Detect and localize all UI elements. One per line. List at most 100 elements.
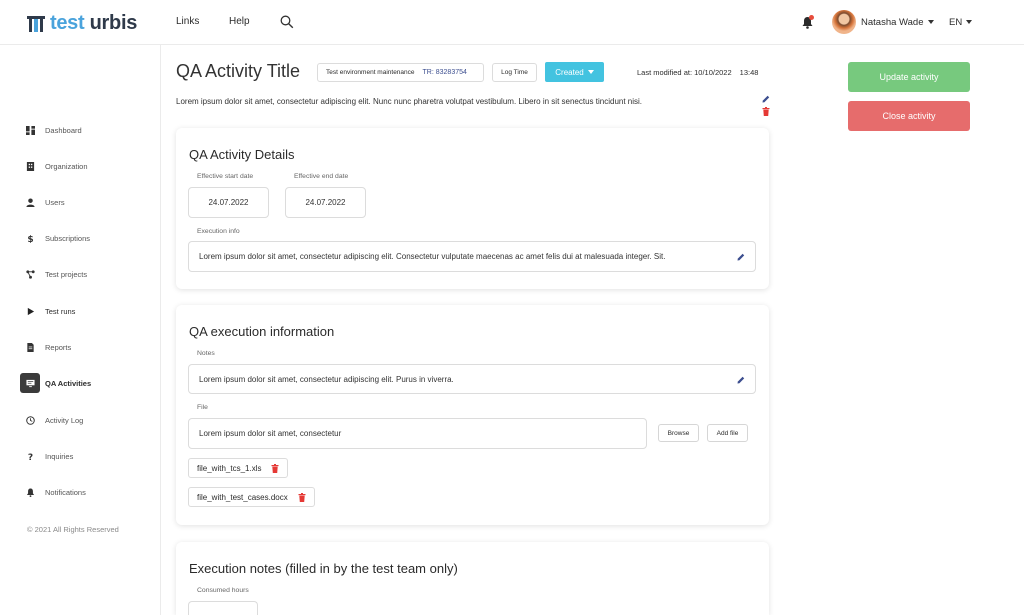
update-activity-label: Update activity xyxy=(879,72,939,82)
sidebar-item-subscriptions[interactable]: $ Subscriptions xyxy=(20,228,150,248)
add-file-label: Add file xyxy=(716,429,739,437)
file-chip[interactable]: file_with_tcs_1.xls xyxy=(188,458,289,478)
user-menu[interactable]: Natasha Wade xyxy=(861,17,934,28)
sidebar-item-test-runs[interactable]: Test runs xyxy=(20,301,150,321)
start-date-label: Effective start date xyxy=(197,173,254,180)
sidebar-item-label: Subscriptions xyxy=(45,233,91,243)
execution-card: QA execution information Notes Lorem ips… xyxy=(176,305,769,525)
log-time-button[interactable]: Log Time xyxy=(492,63,537,82)
sidebar-item-label: Test runs xyxy=(45,306,76,316)
clock-icon xyxy=(20,410,40,430)
chevron-down-icon xyxy=(587,70,594,74)
user-icon xyxy=(20,192,40,212)
consumed-hours-field[interactable] xyxy=(188,601,258,615)
logo-text-test: test xyxy=(50,12,85,34)
file-chip[interactable]: file_with_test_cases.docx xyxy=(188,487,315,507)
delete-icon[interactable] xyxy=(762,103,770,116)
dashboard-icon xyxy=(20,120,40,140)
sidebar-item-dashboard[interactable]: Dashboard xyxy=(20,120,150,140)
file-field[interactable]: Lorem ipsum dolor sit amet, consectetur xyxy=(188,418,647,449)
projects-icon xyxy=(20,264,40,284)
sidebar-item-label: Activity Log xyxy=(45,415,84,425)
dollar-icon: $ xyxy=(20,228,40,248)
sidebar-item-test-projects[interactable]: Test projects xyxy=(20,264,150,284)
delete-file-icon[interactable] xyxy=(271,463,279,473)
svg-text:?: ? xyxy=(27,453,32,461)
top-bar: test urbis Links Help Natasha Wade EN xyxy=(0,0,1024,45)
end-date-field[interactable]: 24.07.2022 xyxy=(285,187,366,218)
avatar[interactable] xyxy=(832,10,856,34)
last-modified-date: Last modified at: 10/10/2022 xyxy=(637,68,732,77)
edit-icon[interactable] xyxy=(737,253,745,261)
close-activity-button[interactable]: Close activity xyxy=(848,101,970,131)
file-label: File xyxy=(197,404,208,411)
language-value: EN xyxy=(949,17,963,28)
sidebar-item-organization[interactable]: Organization xyxy=(20,156,150,176)
sidebar-item-inquiries[interactable]: ? Inquiries xyxy=(20,446,150,466)
execution-notes-card: Execution notes (filled in by the test t… xyxy=(176,542,769,615)
logo[interactable]: test urbis xyxy=(27,12,137,35)
chevron-down-icon xyxy=(966,20,973,25)
sidebar-item-reports[interactable]: Reports xyxy=(20,337,150,357)
sidebar-item-label: Reports xyxy=(45,342,72,352)
sidebar-item-users[interactable]: Users xyxy=(20,192,150,212)
report-icon xyxy=(20,337,40,357)
start-date-value: 24.07.2022 xyxy=(208,198,249,207)
execution-info-label: Execution info xyxy=(197,228,240,235)
sidebar-item-activity-log[interactable]: Activity Log xyxy=(20,410,150,430)
execution-info-value: Lorem ipsum dolor sit amet, consectetur … xyxy=(199,252,666,261)
close-activity-label: Close activity xyxy=(882,111,936,121)
sidebar-item-label: QA Activities xyxy=(45,378,92,388)
end-date-value: 24.07.2022 xyxy=(305,198,346,207)
svg-text:$: $ xyxy=(27,235,33,243)
play-icon xyxy=(20,301,40,321)
tr-number: TR: 83283754 xyxy=(422,69,467,76)
sidebar-item-label: Notifications xyxy=(45,487,86,497)
execution-notes-title: Execution notes (filled in by the test t… xyxy=(189,561,458,576)
sidebar-item-label: Organization xyxy=(45,161,88,171)
sidebar-item-label: Test projects xyxy=(45,269,88,279)
sidebar-item-label: Inquiries xyxy=(45,451,74,461)
file-value: Lorem ipsum dolor sit amet, consectetur xyxy=(199,429,342,438)
notes-label: Notes xyxy=(197,350,215,357)
nav-help[interactable]: Help xyxy=(229,16,250,27)
last-modified-time: 13:48 xyxy=(739,68,759,77)
sidebar-item-label: Dashboard xyxy=(45,125,82,135)
building-icon xyxy=(20,156,40,176)
sidebar-item-qa-activities[interactable]: QA Activities xyxy=(20,373,150,393)
last-modified: Last modified at: 10/10/2022 13:48 xyxy=(637,68,758,77)
notification-badge xyxy=(809,15,814,20)
update-activity-button[interactable]: Update activity xyxy=(848,62,970,92)
start-date-field[interactable]: 24.07.2022 xyxy=(188,187,269,218)
delete-file-icon[interactable] xyxy=(298,492,306,502)
add-file-button[interactable]: Add file xyxy=(707,424,748,442)
details-title: QA Activity Details xyxy=(189,147,295,162)
edit-icon[interactable] xyxy=(762,90,770,103)
question-icon: ? xyxy=(20,446,40,466)
user-name: Natasha Wade xyxy=(861,17,924,28)
notes-field[interactable]: Lorem ipsum dolor sit amet, consectetur … xyxy=(188,364,756,394)
execution-title: QA execution information xyxy=(189,324,335,339)
details-card: QA Activity Details Effective start date… xyxy=(176,128,769,289)
logo-text-urbis: urbis xyxy=(89,12,138,34)
activity-description: Lorem ipsum dolor sit amet, consectetur … xyxy=(176,97,643,106)
environment-label: Test environment maintenance xyxy=(326,69,415,76)
language-select[interactable]: EN xyxy=(949,17,973,28)
notes-value: Lorem ipsum dolor sit amet, consectetur … xyxy=(199,374,454,384)
logo-text: test urbis xyxy=(50,12,137,35)
status-dropdown[interactable]: Created xyxy=(545,62,604,82)
browse-label: Browse xyxy=(667,429,690,437)
monitor-icon xyxy=(20,373,40,393)
page-title: QA Activity Title xyxy=(176,61,301,81)
search-icon[interactable] xyxy=(280,15,294,29)
execution-info-field[interactable]: Lorem ipsum dolor sit amet, consectetur … xyxy=(188,241,756,272)
nav-links[interactable]: Links xyxy=(176,16,199,27)
environment-pill[interactable]: Test environment maintenance TR: 8328375… xyxy=(317,63,484,82)
copyright: © 2021 All Rights Reserved xyxy=(27,525,119,534)
browse-button[interactable]: Browse xyxy=(658,424,699,442)
edit-icon[interactable] xyxy=(737,376,745,384)
bell-icon xyxy=(20,482,40,502)
file-name: file_with_test_cases.docx xyxy=(197,492,288,502)
log-time-label: Log Time xyxy=(501,69,528,76)
sidebar-item-notifications[interactable]: Notifications xyxy=(20,482,150,502)
